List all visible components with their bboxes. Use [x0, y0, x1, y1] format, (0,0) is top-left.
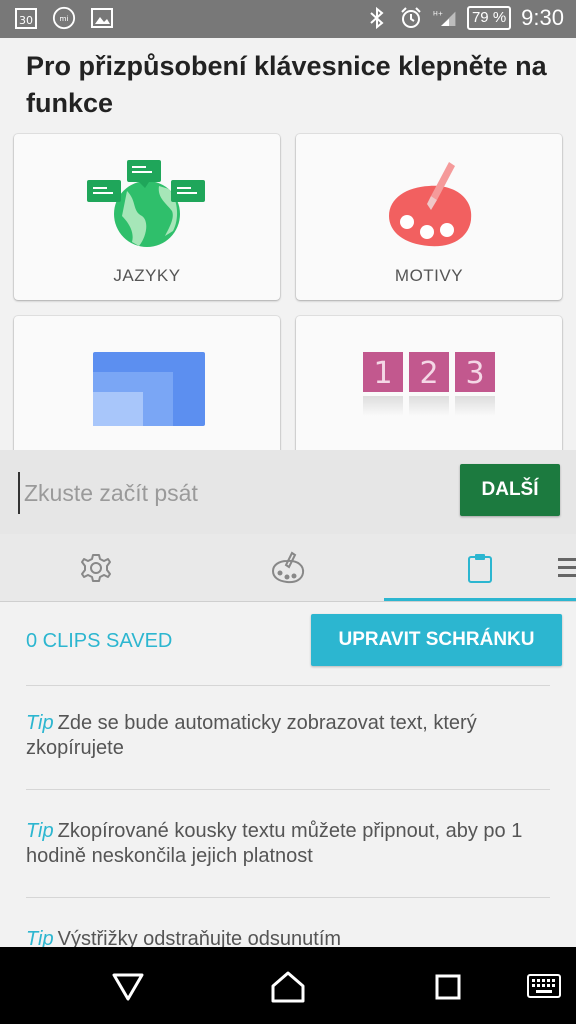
keyboard-switch-button[interactable]: [522, 965, 566, 1009]
battery-indicator: 79 %: [466, 6, 512, 30]
palette-icon: [271, 551, 305, 583]
keyboard-toolbar: [0, 534, 576, 602]
signal-icon: H+: [433, 6, 457, 30]
layout-windows-icon: [93, 352, 205, 426]
digit-3: 3: [465, 356, 484, 391]
mi-icon: mi: [52, 6, 76, 30]
gallery-icon: [90, 6, 114, 30]
status-bar: 30 mi H+ 79 % 9:30: [0, 0, 576, 38]
tab-clipboard[interactable]: [384, 534, 576, 601]
card-languages[interactable]: JAZYKY: [14, 134, 280, 300]
tip-item: Tip Zde se bude automaticky zobrazovat te…: [26, 711, 556, 761]
calendar-day: 30: [19, 14, 33, 27]
number-row-icon: 1 2 3: [363, 352, 495, 416]
tab-themes[interactable]: [192, 534, 384, 601]
bluetooth-icon: [365, 6, 389, 30]
digit-1: 1: [373, 356, 392, 391]
menu-icon[interactable]: [556, 554, 576, 582]
navigation-bar: [0, 947, 576, 1024]
digit-2: 2: [419, 356, 438, 391]
home-button[interactable]: [266, 965, 310, 1009]
back-triangle-icon: [112, 973, 144, 1001]
card-themes[interactable]: MOTIVY: [296, 134, 562, 300]
svg-text:H+: H+: [433, 10, 443, 18]
alarm-icon: [399, 6, 423, 30]
svg-text:mi: mi: [59, 14, 68, 23]
divider: [26, 685, 550, 686]
palette-icon: [389, 162, 472, 247]
try-typing-input[interactable]: [18, 472, 446, 514]
clips-saved-count: 0 CLIPS SAVED: [26, 630, 173, 652]
active-tab-indicator: [384, 598, 576, 601]
tip-label: Tip: [26, 712, 54, 734]
back-button[interactable]: [106, 965, 150, 1009]
card-label: JAZYKY: [113, 266, 181, 285]
divider: [26, 897, 550, 898]
tip-text: Zde se bude automaticky zobrazovat text,…: [26, 712, 477, 759]
page-title: Pro přizpůsobení klávesnice klepněte na …: [26, 51, 547, 118]
divider: [26, 789, 550, 790]
edit-clipboard-button[interactable]: UPRAVIT SCHRÁNKU: [311, 614, 562, 666]
clock: 9:30: [521, 5, 564, 30]
square-icon: [435, 974, 461, 1000]
clipboard-icon: [468, 553, 492, 583]
tip-label: Tip: [26, 820, 54, 842]
keyboard-icon: [527, 974, 561, 998]
tab-settings[interactable]: [0, 534, 192, 601]
next-button[interactable]: DALŠÍ: [460, 464, 560, 516]
tip-text: Zkopírované kousky textu můžete připnout…: [26, 820, 523, 867]
card-layout[interactable]: [14, 316, 280, 466]
calendar-icon: 30: [14, 6, 38, 30]
tip-item: Tip Zkopírované kousky textu můžete připn…: [26, 819, 556, 869]
languages-globe-icon: [87, 160, 205, 247]
card-label: MOTIVY: [394, 266, 464, 285]
recent-apps-button[interactable]: [426, 965, 470, 1009]
home-icon: [271, 971, 305, 1003]
gear-icon: [81, 553, 111, 582]
card-number-row[interactable]: 1 2 3: [296, 316, 562, 466]
